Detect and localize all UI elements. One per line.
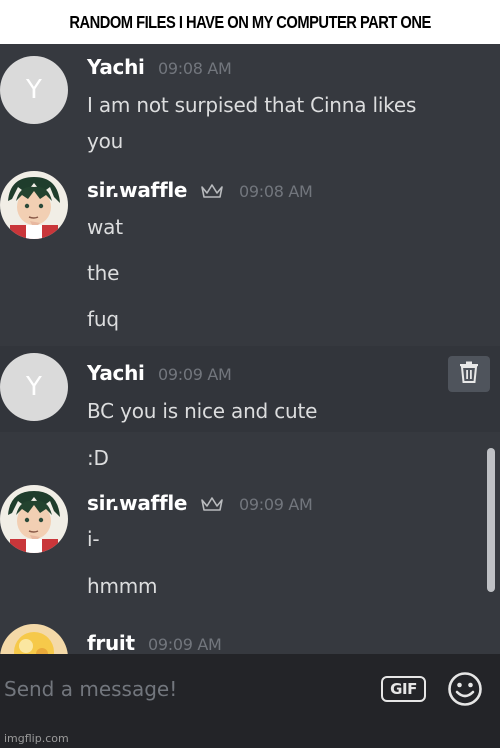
message-group: Y Yachi 09:09 AM BC you is nice and cute [0,346,500,432]
trash-icon [459,361,479,387]
message-text: the [87,261,120,285]
crown-icon [200,495,224,517]
timestamp: 09:09 AM [239,495,313,514]
crown-icon [200,182,224,204]
timestamp: 09:08 AM [158,59,232,78]
message-group: fruit 09:09 AM [0,612,500,654]
avatar[interactable] [0,485,68,553]
message-text: fuq [87,307,119,331]
username[interactable]: fruit [87,631,135,654]
gif-label: GIF [390,680,417,698]
chat-log[interactable]: Y Yachi 09:08 AM I am not surpised that … [0,44,500,654]
message-input[interactable] [4,674,364,704]
delete-message-button[interactable] [448,356,490,392]
avatar[interactable] [0,171,68,239]
message-text: you [87,129,124,153]
emoji-button[interactable] [447,671,483,707]
message-text: hmmm [87,574,158,598]
username[interactable]: Yachi [87,361,145,385]
message-group: :D [0,432,500,482]
timestamp: 09:08 AM [239,182,313,201]
message-text: I am not surpised that Cinna likes [87,93,417,117]
message-group: Y Yachi 09:08 AM I am not surpised that … [0,44,500,166]
avatar[interactable]: Y [0,353,68,421]
timestamp: 09:09 AM [148,635,222,654]
emoji-icon [447,672,483,711]
message-group: sir.waffle 09:08 AM wat the fuq [0,166,500,346]
timestamp: 09:09 AM [158,365,232,384]
message-text: BC you is nice and cute [87,399,318,423]
chat-scrollbar[interactable] [487,448,495,592]
meme-banner: RANDOM FILES I HAVE ON MY COMPUTER PART … [0,0,500,44]
message-text: i- [87,527,100,551]
username[interactable]: sir.waffle [87,178,187,202]
avatar-letter: Y [26,372,42,402]
banner-title: RANDOM FILES I HAVE ON MY COMPUTER PART … [69,11,431,32]
avatar[interactable] [0,624,68,654]
username[interactable]: Yachi [87,55,145,79]
avatar-letter: Y [26,75,42,105]
message-text: wat [87,215,123,239]
message-group: sir.waffle 09:09 AM i- hmmm [0,482,500,612]
avatar[interactable]: Y [0,56,68,124]
watermark: imgflip.com [4,732,69,745]
username[interactable]: sir.waffle [87,491,187,515]
message-text: :D [87,446,109,470]
gif-button[interactable]: GIF [381,676,426,702]
